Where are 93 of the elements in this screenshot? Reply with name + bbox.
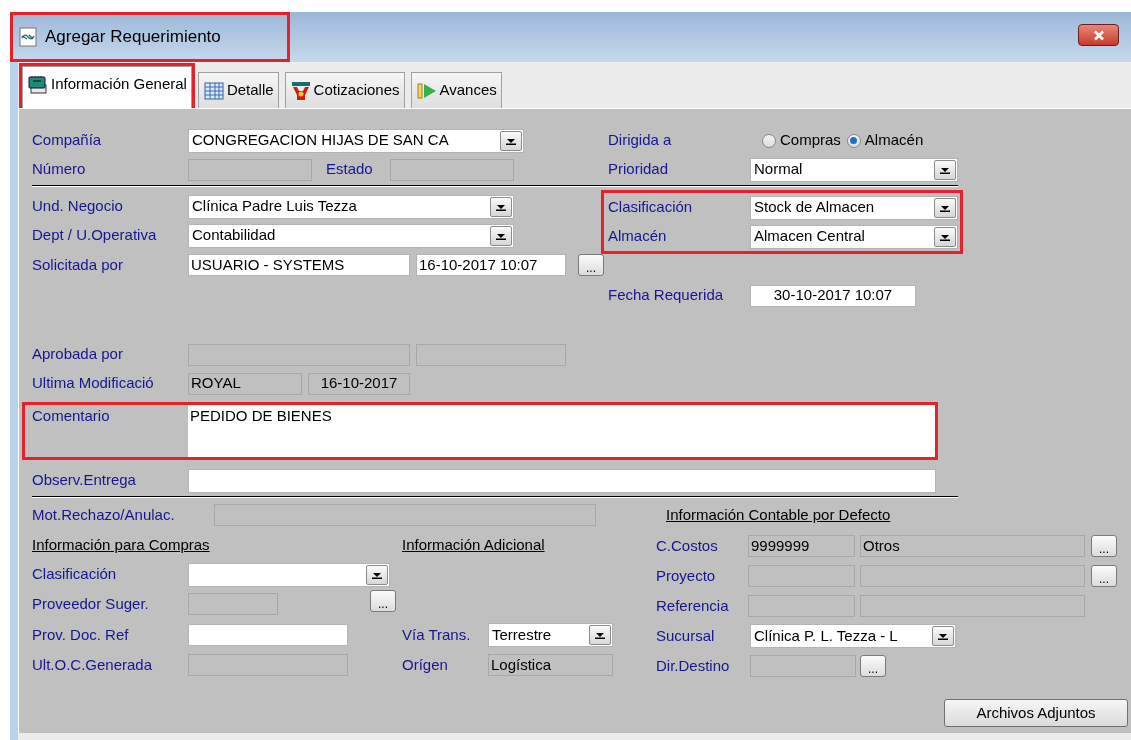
app-icon <box>19 27 37 47</box>
close-icon <box>1092 29 1105 41</box>
field-label: C.Costos <box>656 535 719 556</box>
input-field[interactable] <box>748 565 855 587</box>
caret-icon <box>940 203 950 212</box>
input-field[interactable] <box>860 595 1085 617</box>
browse-button[interactable]: ... <box>578 254 604 276</box>
field-label: Ult.O.C.Generada <box>32 654 154 675</box>
comment-field[interactable]: PEDIDO DE BIENES <box>188 405 935 457</box>
dropdown-button[interactable] <box>934 197 956 218</box>
field-label: Almacén <box>608 226 668 247</box>
dropdown-button[interactable] <box>490 196 512 217</box>
input-field[interactable] <box>750 655 856 677</box>
caret-icon <box>506 136 516 145</box>
field-label: Comentario <box>32 406 111 426</box>
field-label: Aprobada por <box>32 344 124 365</box>
input-field[interactable]: 30-10-2017 10:07 <box>750 284 916 307</box>
field-label: Vía Trans. <box>402 624 472 645</box>
tab[interactable]: Detalle <box>197 72 279 108</box>
notebook-icon <box>27 74 49 95</box>
caret-icon <box>595 631 605 639</box>
dropdown-button[interactable] <box>490 225 512 246</box>
figure-icon <box>289 80 312 101</box>
input-field[interactable]: 9999999 <box>748 535 855 557</box>
dropdown-button[interactable] <box>934 226 956 247</box>
field-label: Número <box>32 159 87 180</box>
input-field[interactable]: 16-10-2017 10:07 <box>416 254 566 276</box>
tab[interactable]: Información General <box>22 66 192 108</box>
field-label: Dirigida a <box>608 130 673 151</box>
dropdown-field[interactable]: CONGREGACION HIJAS DE SAN CA <box>188 128 524 153</box>
field-label: Und. Negocio <box>32 196 124 217</box>
caret-icon <box>496 231 506 240</box>
field-label: Mot.Rechazo/Anulac. <box>32 504 176 525</box>
dropdown-field[interactable]: Normal <box>750 157 958 182</box>
input-field[interactable]: USUARIO - SYSTEMS <box>188 254 410 276</box>
caret-icon <box>940 232 950 241</box>
input-field[interactable] <box>188 468 936 493</box>
dropdown-button[interactable] <box>589 625 611 645</box>
radio-button[interactable]: Compras <box>762 129 841 152</box>
input-field[interactable] <box>748 595 855 617</box>
dropdown-button[interactable] <box>932 626 954 646</box>
field-label: Proyecto <box>656 565 717 586</box>
dropdown-field[interactable]: Contabilidad <box>188 223 514 248</box>
field-label: Observ.Entrega <box>32 470 137 491</box>
input-field[interactable] <box>860 565 1085 587</box>
field-label: Fecha Requerida <box>608 285 725 306</box>
attachments-button[interactable]: Archivos Adjuntos <box>944 699 1128 727</box>
window-title: Agregar Requerimiento <box>45 26 221 49</box>
section-heading: Información Adicional <box>402 534 545 555</box>
input-field[interactable]: 16-10-2017 <box>308 372 410 395</box>
field-label: Prioridad <box>608 159 670 180</box>
field-label: Dir.Destino <box>656 655 731 676</box>
field-label: Orígen <box>402 654 449 675</box>
input-field[interactable]: Otros <box>860 535 1085 557</box>
field-label: Ultima Modificació <box>32 373 155 394</box>
caret-icon <box>940 165 950 174</box>
dropdown-button[interactable] <box>934 159 956 180</box>
field-label: Solicitada por <box>32 254 124 275</box>
input-field[interactable] <box>416 343 566 366</box>
tab[interactable]: Avances <box>410 72 502 108</box>
radio-button[interactable]: Almacén <box>846 129 924 152</box>
field-label: Estado <box>326 159 374 180</box>
caret-icon <box>372 570 382 579</box>
browse-button[interactable]: ... <box>1091 565 1117 587</box>
dropdown-field[interactable]: Stock de Almacen <box>750 195 958 220</box>
close-button[interactable] <box>1078 24 1119 46</box>
progress-icon <box>415 80 438 101</box>
dropdown-field[interactable]: Terrestre <box>488 623 613 647</box>
dropdown-button[interactable] <box>366 564 388 585</box>
caret-icon <box>938 632 948 640</box>
dropdown-field[interactable]: Clínica P. L. Tezza - L <box>750 624 956 648</box>
dropdown-button[interactable] <box>500 130 522 151</box>
browse-button[interactable]: ... <box>1091 535 1117 557</box>
field-label: Prov. Doc. Ref <box>32 624 130 645</box>
field-label: Dept / U.Operativa <box>32 225 158 246</box>
dropdown-field[interactable]: Almacen Central <box>750 224 958 249</box>
input-field[interactable]: ROYAL <box>188 372 302 395</box>
section-heading: Información Contable por Defecto <box>666 505 891 526</box>
field-label: Referencia <box>656 595 730 616</box>
section-heading: Información para Compras <box>32 534 210 555</box>
caret-icon <box>496 202 506 211</box>
field-label: Compañía <box>32 130 103 151</box>
field-label: Clasificación <box>32 564 118 585</box>
field-label: Sucursal <box>656 625 716 646</box>
input-field[interactable]: Logística <box>488 654 613 676</box>
browse-button[interactable]: ... <box>860 655 886 677</box>
field-label: Clasificación <box>608 197 694 218</box>
grid-icon <box>202 80 225 101</box>
field-label: Proveedor Suger. <box>32 594 150 614</box>
tab[interactable]: Cotizaciones <box>284 72 405 108</box>
dropdown-field[interactable] <box>188 562 390 587</box>
dropdown-field[interactable]: Clínica Padre Luis Tezza <box>188 194 514 219</box>
input-field[interactable] <box>188 624 348 646</box>
